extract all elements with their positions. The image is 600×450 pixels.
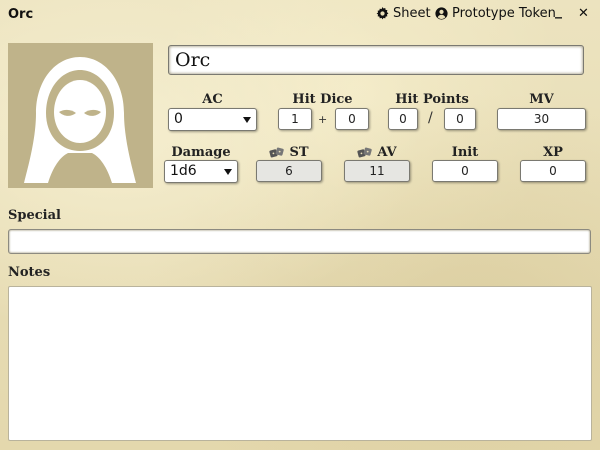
xp-label: XP [543,145,563,160]
mv-label: MV [529,92,554,107]
chevron-down-icon [243,117,251,123]
damage-label: Damage [171,145,231,160]
gear-icon [376,7,389,20]
dice-icon [357,147,373,158]
window-header: Orc Sheet Prototype Token _ ✕ [0,0,600,30]
chevron-down-icon [224,169,232,175]
damage-value: 1d6 [170,163,197,179]
sheet-config-button[interactable]: Sheet [376,6,431,21]
special-input[interactable] [8,229,591,254]
mv-input[interactable]: 30 [497,108,586,130]
st-label: ST [289,145,309,160]
hit-points-label: Hit Points [395,92,469,107]
actor-name-input[interactable]: Orc [168,45,584,75]
special-label: Special [8,208,61,223]
hp-slash: / [428,110,433,126]
hp-max-input[interactable]: 0 [444,108,476,130]
close-button[interactable]: ✕ [578,6,589,21]
close-icon: ✕ [578,6,589,21]
damage-select[interactable]: 1d6 [164,160,238,183]
dice-icon [269,147,285,158]
av-input[interactable]: 11 [344,160,410,182]
ac-value: 0 [174,111,183,127]
minimize-icon: _ [555,3,562,19]
window-title: Orc [8,7,34,22]
init-label: Init [451,145,479,160]
minimize-button[interactable]: _ [555,3,562,19]
notes-editor[interactable] [8,286,592,441]
ac-label: AC [202,92,223,107]
notes-label: Notes [8,265,51,280]
ac-select[interactable]: 0 [168,108,257,131]
sheet-label: Sheet [393,6,431,21]
st-input[interactable]: 6 [256,160,322,182]
hit-dice-count-input[interactable]: 1 [278,108,312,130]
xp-input[interactable]: 0 [520,160,586,182]
user-circle-icon [435,7,448,20]
actor-portrait[interactable] [8,43,153,188]
hooded-figure-icon [24,57,136,183]
hit-dice-bonus-input[interactable]: 0 [335,108,369,130]
hit-dice-label: Hit Dice [292,92,353,107]
st-roll-label[interactable]: ST [256,145,322,160]
init-input[interactable]: 0 [432,160,498,182]
prototype-token-button[interactable]: Prototype Token [435,6,556,21]
hp-current-input[interactable]: 0 [388,108,418,130]
av-label: AV [377,145,397,160]
hit-dice-plus: + [318,113,328,126]
prototype-token-label: Prototype Token [452,6,556,21]
av-roll-label[interactable]: AV [344,145,410,160]
